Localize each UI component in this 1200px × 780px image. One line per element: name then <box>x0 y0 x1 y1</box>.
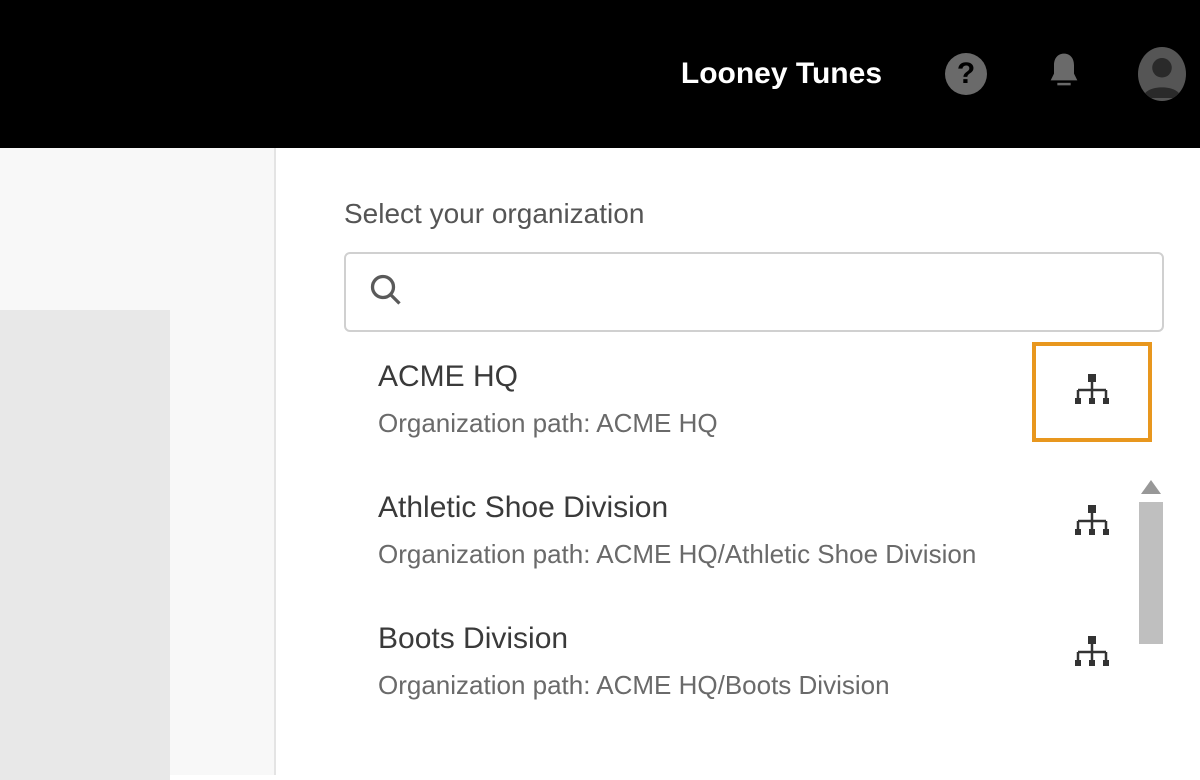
org-item[interactable]: Athletic Shoe Division Organization path:… <box>344 467 1164 598</box>
hierarchy-icon <box>1070 370 1114 414</box>
org-path: Organization path: ACME HQ/Athletic Shoe… <box>378 535 1012 574</box>
org-item[interactable]: ACME HQ Organization path: ACME HQ <box>344 336 1164 467</box>
header-org-name[interactable]: Looney Tunes <box>681 57 882 91</box>
page-title: Select your organization <box>344 198 1164 230</box>
notifications-button[interactable] <box>1040 50 1088 98</box>
main-panel: Select your organization ACME HQ Organiza… <box>276 148 1200 775</box>
search-icon <box>368 272 404 313</box>
sidebar <box>0 148 276 775</box>
app-header: Looney Tunes ? <box>0 0 1200 148</box>
help-button[interactable]: ? <box>942 50 990 98</box>
content-wrap: Select your organization ACME HQ Organiza… <box>0 148 1200 775</box>
scroll-thumb[interactable] <box>1139 502 1163 644</box>
org-item[interactable]: Boots Division Organization path: ACME HQ… <box>344 598 1164 729</box>
org-item-text: Athletic Shoe Division Organization path:… <box>378 491 1032 574</box>
profile-button[interactable] <box>1138 50 1186 98</box>
org-name: ACME HQ <box>378 360 1012 394</box>
org-item-text: ACME HQ Organization path: ACME HQ <box>378 360 1032 443</box>
org-search-input[interactable] <box>404 278 1140 306</box>
hierarchy-icon <box>1070 501 1114 545</box>
sidebar-placeholder <box>0 310 170 780</box>
org-name: Athletic Shoe Division <box>378 491 1012 525</box>
hierarchy-icon <box>1070 632 1114 676</box>
org-list: ACME HQ Organization path: ACME HQ Athleti… <box>344 336 1164 729</box>
scrollbar[interactable] <box>1138 480 1164 780</box>
org-hierarchy-button[interactable] <box>1032 342 1152 442</box>
org-path: Organization path: ACME HQ <box>378 404 1012 443</box>
org-search-box[interactable] <box>344 252 1164 332</box>
org-hierarchy-button[interactable] <box>1032 604 1152 704</box>
scroll-up-icon <box>1141 480 1161 494</box>
org-path: Organization path: ACME HQ/Boots Divisio… <box>378 666 1012 705</box>
org-name: Boots Division <box>378 622 1012 656</box>
org-hierarchy-button[interactable] <box>1032 473 1152 573</box>
help-icon: ? <box>945 53 987 95</box>
avatar-icon <box>1138 47 1186 101</box>
org-item-text: Boots Division Organization path: ACME HQ… <box>378 622 1032 705</box>
bell-icon <box>1044 50 1084 99</box>
